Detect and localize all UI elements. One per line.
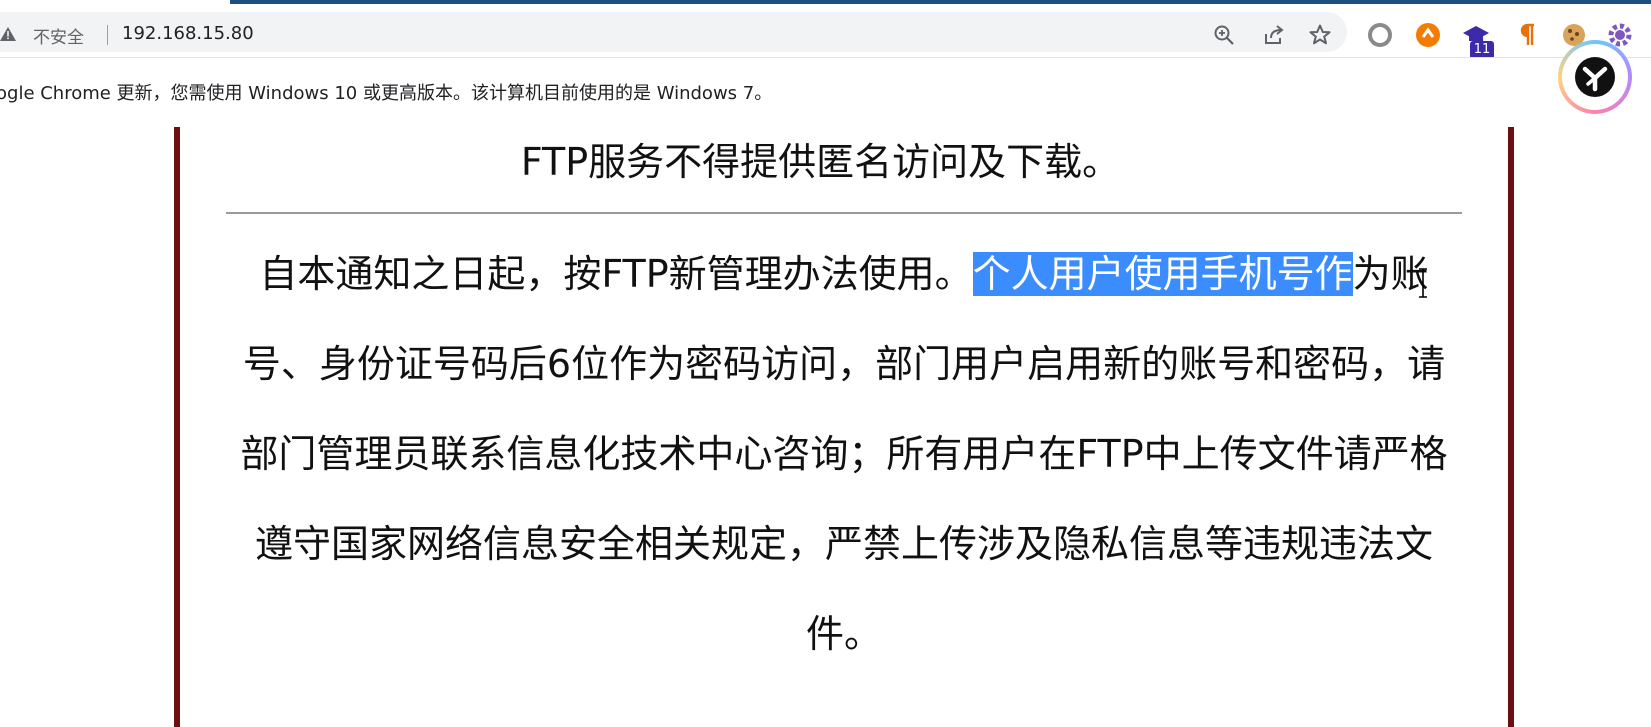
orange-extension-icon[interactable] <box>1414 21 1442 49</box>
omnibox-separator <box>107 25 108 45</box>
zoom-icon[interactable] <box>1212 23 1236 47</box>
share-icon[interactable] <box>1262 23 1286 47</box>
security-label[interactable]: 不安全 <box>33 23 84 48</box>
notice-paragraph: 自本通知之日起，按FTP新管理办法使用。个人用户使用手机号作为账号、身份证号码后… <box>226 229 1462 679</box>
infobar-message: ogle Chrome 更新，您需使用 Windows 10 或更高版本。该计算… <box>0 83 773 104</box>
assistant-fab[interactable] <box>1558 40 1632 114</box>
notice-heading-line: FTP服务不得提供匿名访问及下载。 <box>520 140 1121 184</box>
paragraph-before: 自本通知之日起，按FTP新管理办法使用。 <box>259 252 973 296</box>
assistant-fab-icon <box>1575 57 1615 97</box>
url-text[interactable]: 192.168.15.80 <box>122 23 254 44</box>
text-cursor-icon <box>1419 268 1427 298</box>
selected-text: 个人用户使用手机号作 <box>972 252 1353 296</box>
paragraph-after: 为账号、身份证号码后6位作为密码访问，部门用户启用新的账号和密码，请部门管理员联… <box>240 252 1448 656</box>
title-bar-accent <box>230 0 1651 4</box>
pilcrow-extension-icon[interactable] <box>1512 21 1540 49</box>
star-icon[interactable] <box>1308 23 1332 47</box>
update-infobar: ogle Chrome 更新，您需使用 Windows 10 或更高版本。该计算… <box>0 57 1651 127</box>
divider <box>226 212 1462 214</box>
warning-icon[interactable] <box>0 27 16 41</box>
circle-extension-icon[interactable] <box>1366 21 1394 49</box>
page-content: FTP服务不得提供匿名访问及下载。 自本通知之日起，按FTP新管理办法使用。个人… <box>0 127 1651 727</box>
browser-toolbar: 不安全 192.168.15.80 11 <box>0 5 1651 59</box>
